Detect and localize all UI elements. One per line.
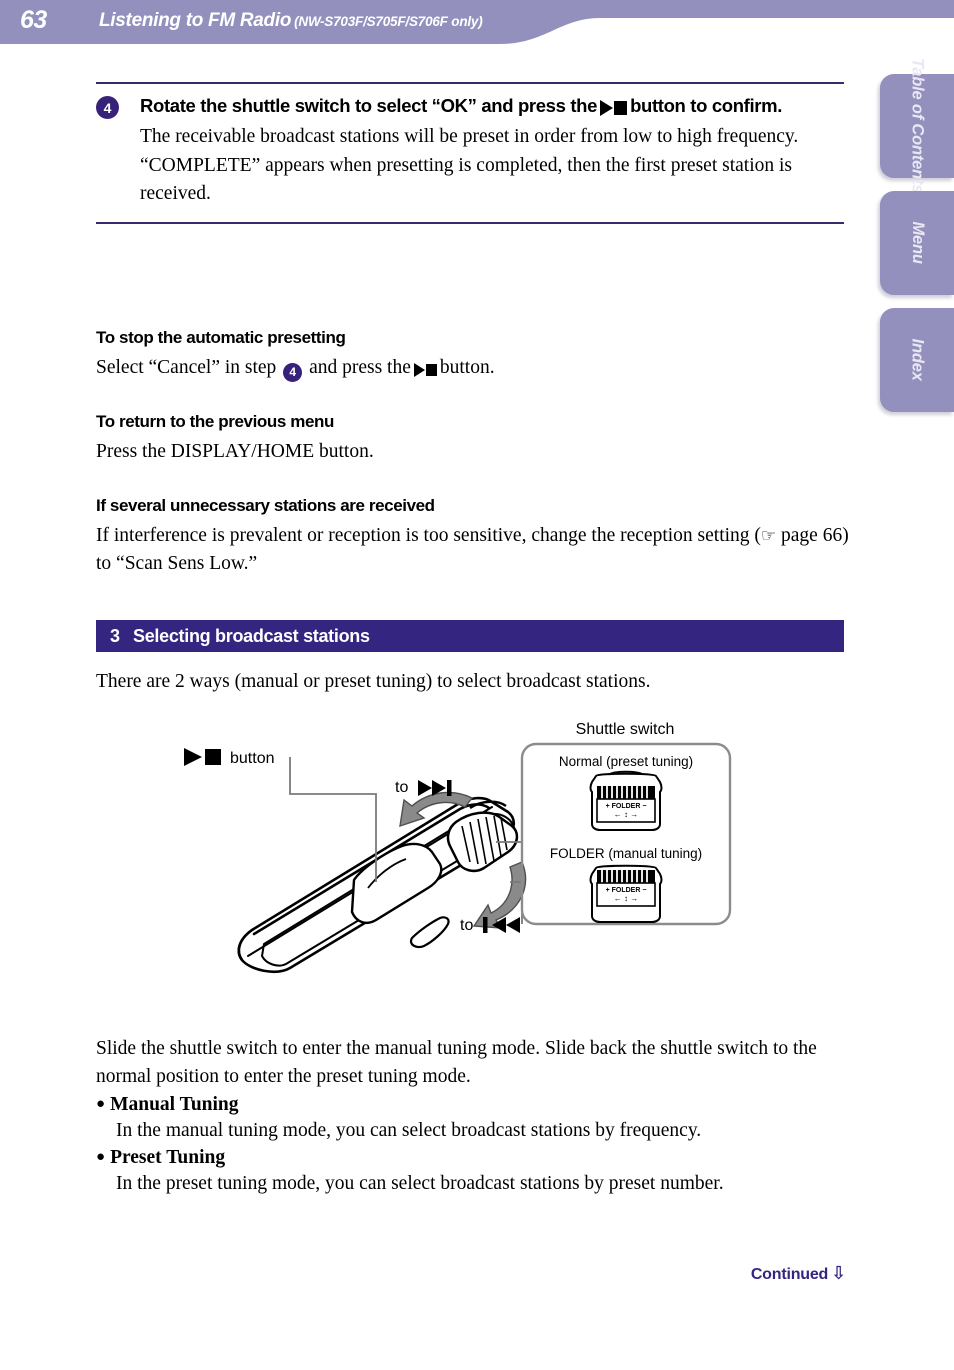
- divider-bottom: [96, 222, 844, 225]
- continued-label: Continued: [750, 1266, 829, 1283]
- side-tab-bar: Table of Contents Menu Index: [880, 58, 954, 425]
- step-desc-line2: “COMPLETE” appears when presetting is co…: [140, 154, 793, 204]
- svg-text:+ FOLDER −: + FOLDER −: [606, 887, 647, 894]
- section-number: 3: [110, 625, 121, 646]
- bullet-item-preset: ● Preset Tuning: [96, 1147, 856, 1169]
- step-title-part1: Rotate the shuttle switch to select “OK”…: [140, 95, 598, 116]
- bullet-title: Manual Tuning: [110, 1093, 239, 1115]
- subsection-text: If interference is prevalent or receptio…: [96, 522, 856, 579]
- subsection-return-menu: To return to the previous menu Press the…: [96, 412, 856, 466]
- svg-text:Normal (preset tuning): Normal (preset tuning): [559, 754, 693, 769]
- page-title: Listening to FM Radio: [99, 10, 292, 31]
- svg-text:+ FOLDER −: + FOLDER −: [606, 803, 647, 810]
- section-header-bar: 3 Selecting broadcast stations: [96, 620, 844, 652]
- header-title-group: Listening to FM Radio (NW-S703F/S705F/S70…: [99, 10, 483, 32]
- text-fragment-b: and press the: [309, 357, 411, 378]
- body-paragraph-1: Slide the shuttle switch to enter the ma…: [96, 1038, 817, 1088]
- step-title: Rotate the shuttle switch to select “OK”…: [140, 93, 844, 120]
- svg-text:FOLDER (manual tuning): FOLDER (manual tuning): [550, 846, 702, 861]
- step-number-badge: 4: [96, 96, 119, 119]
- shuttle-switch-diagram: to to button Shuttle switch Normal (pres…: [140, 712, 760, 982]
- subsection-heading: If several unnecessary stations are rece…: [96, 496, 435, 515]
- step-desc-line1: The receivable broadcast stations will b…: [140, 126, 799, 148]
- sidebar-item-menu[interactable]: Menu: [880, 191, 954, 295]
- bullet-item-manual: ● Manual Tuning: [96, 1094, 856, 1116]
- sidebar-item-table-of-contents[interactable]: Table of Contents: [880, 58, 954, 194]
- bullet-dot-icon: ●: [96, 1149, 106, 1166]
- step-description: The receivable broadcast stations will b…: [140, 123, 844, 208]
- section-intro-wrap: There are 2 ways (manual or preset tunin…: [96, 668, 856, 696]
- text-fragment-c: button.: [439, 357, 495, 378]
- continued-footer: Continued ⇩: [751, 1263, 846, 1284]
- svg-text:to: to: [395, 779, 408, 796]
- section-intro: There are 2 ways (manual or preset tunin…: [96, 671, 651, 692]
- sidebar-item-label: Menu: [908, 221, 927, 265]
- pointing-hand-icon: ☞: [760, 526, 777, 546]
- svg-text:button: button: [230, 750, 274, 767]
- bullet-text-preset: In the preset tuning mode, you can selec…: [116, 1173, 724, 1195]
- subsection-heading: To stop the automatic presetting: [96, 328, 346, 347]
- play-stop-icon: [600, 94, 628, 120]
- page-header: 63 Listening to FM Radio (NW-S703F/S705F/…: [0, 0, 954, 56]
- subsection-unnecessary-stations: If several unnecessary stations are rece…: [96, 496, 856, 579]
- svg-text:← ↕ →: ← ↕ →: [614, 894, 638, 903]
- text-fragment-a: If interference is prevalent or receptio…: [96, 525, 761, 546]
- subsection-text: Select “Cancel” in step 4 and press the b…: [96, 354, 856, 383]
- sidebar-item-label: Table of Contents: [908, 58, 927, 194]
- bullet-text-manual: In the manual tuning mode, you can selec…: [116, 1119, 702, 1141]
- step-block-4: 4 Rotate the shuttle switch to select “O…: [96, 82, 844, 225]
- subsection-stop-presetting: To stop the automatic presetting Select …: [96, 328, 856, 383]
- label-play-stop-button: button: [184, 748, 274, 767]
- page-number: 63: [20, 6, 47, 34]
- sidebar-item-index[interactable]: Index: [880, 308, 954, 412]
- body-text-block: Slide the shuttle switch to enter the ma…: [96, 1035, 856, 1199]
- bullet-title: Preset Tuning: [110, 1147, 226, 1169]
- down-arrow-icon: ⇩: [831, 1263, 846, 1284]
- text-fragment-a: Select “Cancel” in step: [96, 357, 277, 378]
- play-stop-icon: [413, 355, 437, 383]
- subsection-text: Press the DISPLAY/HOME button.: [96, 441, 374, 462]
- page-subtitle: (NW-S703F/S705F/S706F only): [294, 14, 483, 29]
- sidebar-item-label: Index: [908, 338, 927, 382]
- svg-text:Shuttle switch: Shuttle switch: [576, 721, 675, 738]
- section-title: Selecting broadcast stations: [133, 625, 370, 646]
- svg-text:← ↕ →: ← ↕ →: [614, 810, 638, 819]
- step-title-part2: button to confirm.: [630, 95, 783, 116]
- svg-text:to: to: [460, 917, 473, 934]
- inline-step-badge: 4: [283, 363, 303, 383]
- bullet-dot-icon: ●: [96, 1095, 106, 1112]
- subsection-heading: To return to the previous menu: [96, 412, 334, 431]
